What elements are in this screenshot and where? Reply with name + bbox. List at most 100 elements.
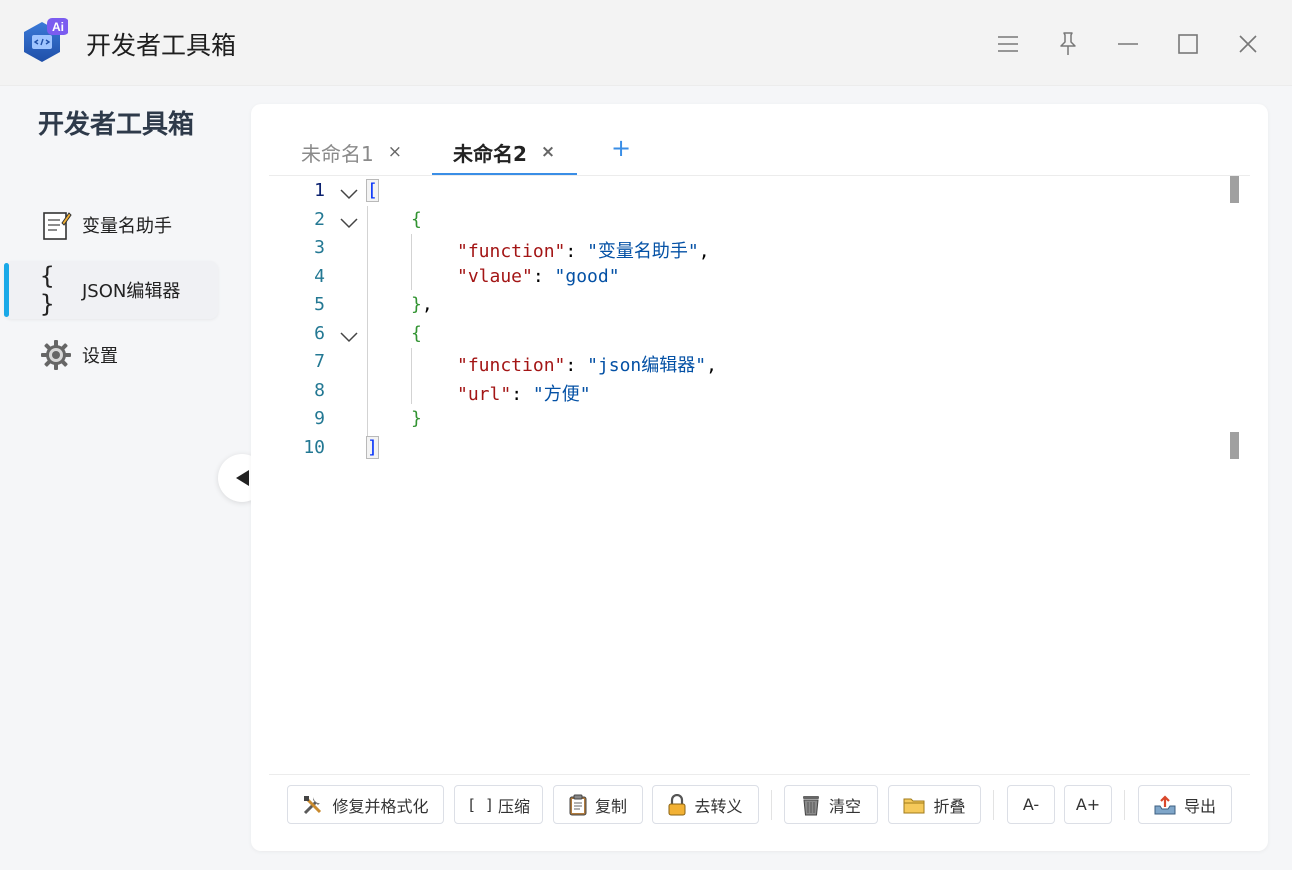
line-number: 10	[303, 437, 325, 458]
lock-icon	[668, 793, 686, 816]
json-colon: :	[511, 384, 533, 405]
code-line: }	[411, 408, 422, 429]
compress-button[interactable]: [ ] 压缩	[454, 785, 543, 824]
json-key: "function"	[457, 355, 566, 376]
toolbar-divider	[269, 774, 1250, 775]
sidebar-item-variable-name-helper[interactable]: 变量名助手	[4, 196, 218, 254]
app-title: 开发者工具箱	[86, 31, 237, 60]
font-smaller-button[interactable]: A-	[1007, 785, 1055, 824]
minimize-button[interactable]	[1110, 26, 1146, 62]
export-button[interactable]: 导出	[1138, 785, 1232, 824]
json-comma: ,	[421, 294, 433, 315]
pin-icon	[1060, 32, 1076, 55]
unescape-button[interactable]: 去转义	[652, 785, 759, 824]
sidebar-item-json-editor[interactable]: { } JSON编辑器	[4, 261, 218, 319]
sidebar-heading: 开发者工具箱	[38, 110, 195, 140]
sidebar-item-label: 设置	[82, 346, 118, 367]
sidebar-item-label: 变量名助手	[82, 216, 172, 237]
tab-label: 未命名1	[301, 141, 374, 166]
json-value: "json编辑器"	[587, 355, 707, 376]
add-tab-button[interactable]: +	[611, 134, 631, 162]
pin-button[interactable]	[1050, 26, 1086, 62]
indent-guide	[411, 348, 412, 404]
json-editor-panel: 未命名1 × 未命名2 × + 1 2 3 4 5 6 7 8 9 10 [ {…	[251, 104, 1268, 851]
maximize-icon	[1178, 34, 1198, 54]
json-key: "function"	[457, 241, 566, 262]
sidebar-item-label: JSON编辑器	[82, 281, 181, 302]
tab-close-icon[interactable]: ×	[388, 142, 402, 162]
json-value: "good"	[554, 266, 620, 287]
code-line: "function": "json编辑器",	[457, 351, 717, 377]
menu-button[interactable]	[990, 26, 1026, 62]
line-number: 9	[314, 408, 325, 429]
json-colon: :	[532, 266, 555, 287]
sidebar-item-settings[interactable]: 设置	[4, 326, 218, 384]
json-key: "vlaue"	[457, 266, 533, 287]
folder-icon	[903, 796, 925, 814]
fold-label: 折叠	[933, 796, 966, 816]
clear-label: 清空	[828, 796, 861, 816]
close-button[interactable]	[1230, 26, 1266, 62]
fold-chevron-icon[interactable]	[339, 213, 359, 233]
export-icon	[1154, 794, 1176, 815]
scrollbar-marker	[1230, 432, 1239, 459]
title-bar: Ai 开发者工具箱	[0, 0, 1292, 86]
fold-chevron-icon[interactable]	[339, 184, 359, 204]
json-brace: {	[411, 209, 422, 230]
repair-format-button[interactable]: 修复并格式化	[287, 785, 444, 824]
memo-icon	[40, 209, 72, 241]
json-comma: ,	[698, 241, 710, 262]
tab-untitled-1[interactable]: 未命名1 ×	[301, 132, 402, 172]
json-key: "url"	[457, 384, 512, 405]
code-line: "function": "变量名助手",	[457, 237, 710, 263]
font-smaller-label: A-	[1022, 795, 1040, 814]
font-larger-label: A+	[1075, 795, 1101, 814]
code-editor[interactable]: 1 2 3 4 5 6 7 8 9 10 [ { "function": "变量…	[269, 176, 1250, 774]
toolbar-separator	[993, 790, 994, 820]
line-number: 6	[314, 323, 325, 344]
code-line: ]	[366, 436, 379, 459]
code-line: {	[411, 323, 422, 344]
line-number: 8	[314, 380, 325, 401]
json-value: "方便"	[532, 384, 591, 405]
json-bracket: ]	[366, 436, 379, 459]
menu-icon	[998, 36, 1018, 52]
line-number: 3	[314, 237, 325, 258]
copy-label: 复制	[594, 796, 627, 816]
json-comma: ,	[706, 355, 717, 376]
json-brace: }	[411, 294, 422, 315]
brackets-icon: [ ]	[466, 795, 495, 814]
code-line: },	[411, 294, 433, 315]
code-line: "vlaue": "good"	[457, 266, 620, 287]
repair-format-label: 修复并格式化	[332, 796, 429, 816]
line-number: 4	[314, 266, 325, 287]
json-colon: :	[565, 241, 588, 262]
minimize-icon	[1118, 43, 1138, 45]
tab-untitled-2[interactable]: 未命名2 ×	[432, 132, 578, 176]
fold-chevron-icon[interactable]	[339, 327, 359, 347]
copy-button[interactable]: 复制	[553, 785, 643, 824]
line-number: 1	[314, 180, 325, 201]
app-logo-icon: Ai	[20, 18, 69, 66]
logo-badge-text: Ai	[52, 20, 64, 34]
json-colon: :	[565, 355, 588, 376]
tab-label: 未命名2	[453, 141, 527, 166]
clear-button[interactable]: 清空	[784, 785, 878, 824]
json-brace: }	[411, 408, 422, 429]
indent-guide	[411, 234, 412, 290]
json-bracket: [	[366, 179, 379, 202]
indent-guide	[367, 206, 368, 436]
code-line: {	[411, 209, 422, 230]
tab-close-icon[interactable]: ×	[541, 142, 555, 162]
json-brace: {	[411, 323, 422, 344]
maximize-button[interactable]	[1170, 26, 1206, 62]
font-larger-button[interactable]: A+	[1064, 785, 1112, 824]
gear-icon	[40, 339, 72, 371]
json-value: "变量名助手"	[587, 241, 699, 262]
fold-button[interactable]: 折叠	[888, 785, 981, 824]
tools-icon	[302, 794, 324, 816]
toolbar-separator	[771, 790, 772, 820]
export-label: 导出	[1183, 796, 1216, 816]
line-number: 2	[314, 209, 325, 230]
unescape-label: 去转义	[694, 796, 743, 816]
